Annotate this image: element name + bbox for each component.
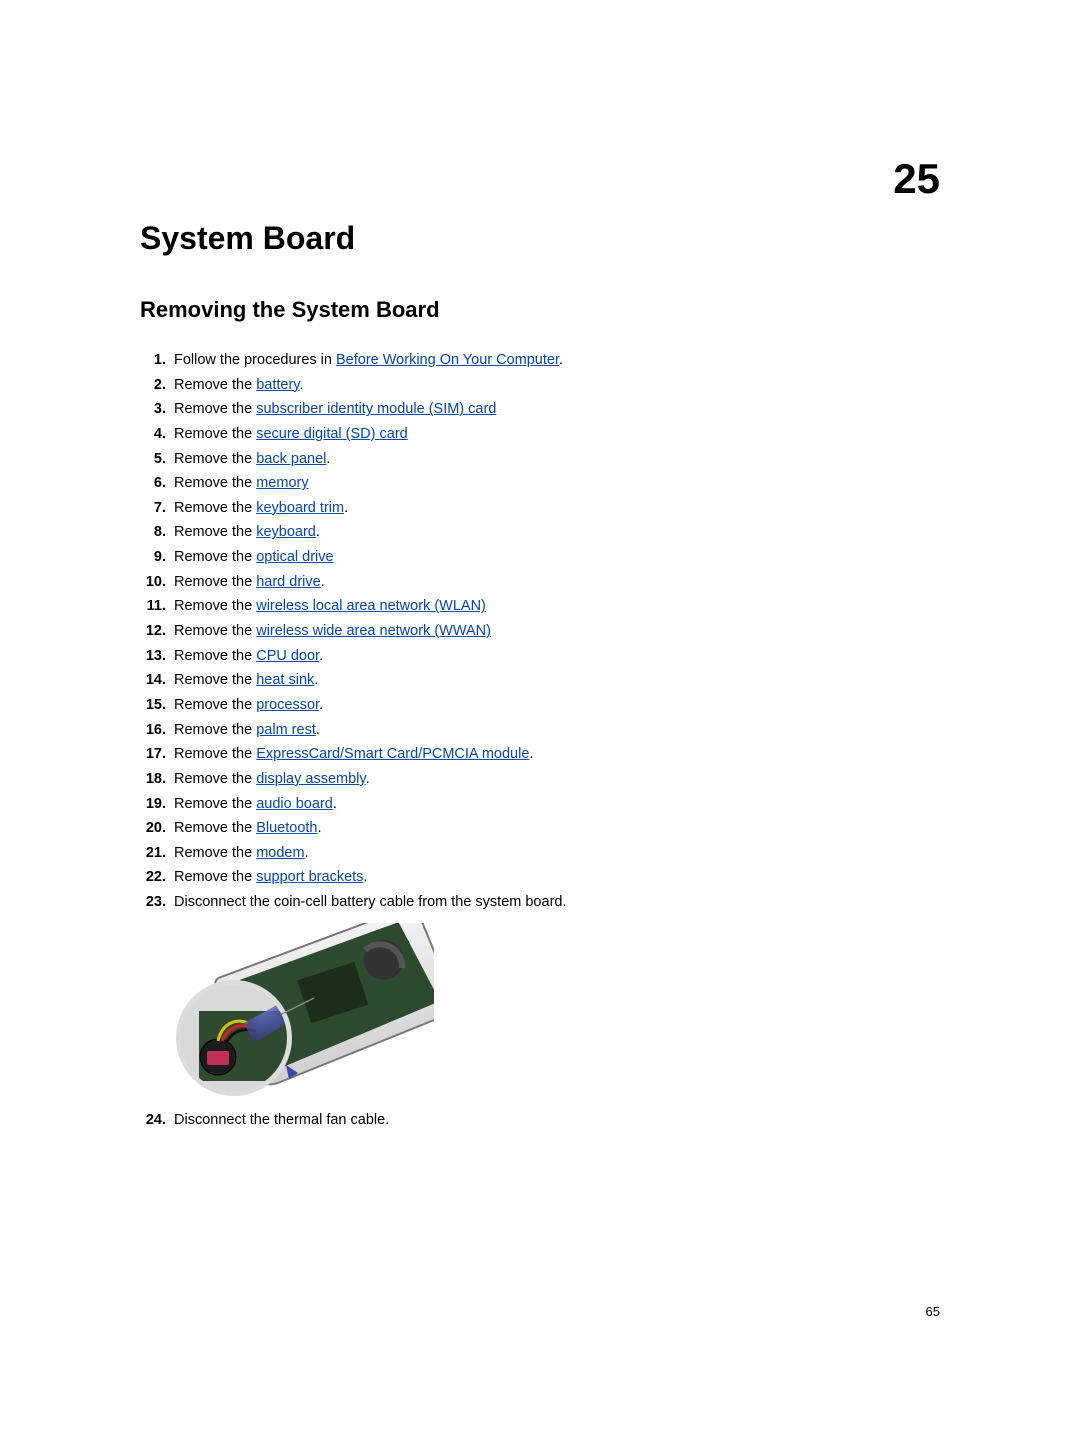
- step-text: Remove the: [174, 377, 256, 393]
- step-link[interactable]: keyboard trim: [256, 500, 344, 516]
- step-item: Remove the subscriber identity module (S…: [140, 397, 940, 422]
- step-item: Remove the secure digital (SD) card: [140, 422, 940, 447]
- step-text-post: .: [316, 524, 320, 540]
- step-figure: [174, 923, 940, 1108]
- step-text: Remove the: [174, 648, 256, 664]
- step-text-post: .: [314, 672, 318, 688]
- step-item: Disconnect the coin-cell battery cable f…: [140, 890, 940, 915]
- step-text: Remove the: [174, 796, 256, 812]
- step-text-post: .: [299, 377, 303, 393]
- step-link[interactable]: display assembly: [256, 771, 365, 787]
- step-item: Remove the display assembly.: [140, 767, 940, 792]
- step-item: Remove the keyboard trim.: [140, 496, 940, 521]
- step-text-post: .: [321, 574, 325, 590]
- chapter-title: System Board: [140, 220, 940, 257]
- step-text: Remove the: [174, 451, 256, 467]
- step-text: Remove the: [174, 820, 256, 836]
- step-link[interactable]: heat sink: [256, 672, 314, 688]
- step-text: Remove the: [174, 845, 256, 861]
- step-item: Remove the support brackets.: [140, 865, 940, 890]
- document-page: 25 System Board Removing the System Boar…: [0, 0, 1080, 1434]
- step-link[interactable]: Before Working On Your Computer: [336, 352, 559, 368]
- step-text: Remove the: [174, 869, 256, 885]
- step-item: Remove the hard drive.: [140, 570, 940, 595]
- step-item: Remove the Bluetooth.: [140, 816, 940, 841]
- step-text: Disconnect the coin-cell battery cable f…: [174, 894, 566, 910]
- step-link[interactable]: Bluetooth: [256, 820, 317, 836]
- step-link[interactable]: keyboard: [256, 524, 316, 540]
- procedure-steps: Follow the procedures in Before Working …: [140, 348, 940, 1132]
- step-item: Remove the modem.: [140, 841, 940, 866]
- step-text-post: .: [529, 746, 533, 762]
- step-text-post: .: [366, 771, 370, 787]
- step-text: Remove the: [174, 623, 256, 639]
- step-item: Follow the procedures in Before Working …: [140, 348, 940, 373]
- step-text-post: .: [326, 451, 330, 467]
- step-text: Remove the: [174, 475, 256, 491]
- step-link[interactable]: wireless wide area network (WWAN): [256, 623, 491, 639]
- section-title: Removing the System Board: [140, 297, 940, 323]
- step-link[interactable]: secure digital (SD) card: [256, 426, 408, 442]
- step-item: Remove the palm rest.: [140, 718, 940, 743]
- step-text-post: .: [318, 820, 322, 836]
- step-item: Disconnect the thermal fan cable.: [140, 1108, 940, 1133]
- step-link[interactable]: processor: [256, 697, 319, 713]
- step-text: Remove the: [174, 771, 256, 787]
- step-text-post: .: [316, 722, 320, 738]
- step-item: Remove the wireless wide area network (W…: [140, 619, 940, 644]
- step-text-post: .: [319, 648, 323, 664]
- step-text: Remove the: [174, 549, 256, 565]
- step-text-post: .: [333, 796, 337, 812]
- step-link[interactable]: subscriber identity module (SIM) card: [256, 401, 496, 417]
- step-link[interactable]: battery: [256, 377, 299, 393]
- step-text: Remove the: [174, 426, 256, 442]
- step-link[interactable]: wireless local area network (WLAN): [256, 598, 486, 614]
- step-link[interactable]: audio board: [256, 796, 333, 812]
- step-link[interactable]: hard drive: [256, 574, 320, 590]
- step-item: Remove the ExpressCard/Smart Card/PCMCIA…: [140, 742, 940, 767]
- step-text: Follow the procedures in: [174, 352, 336, 368]
- step-text: Remove the: [174, 401, 256, 417]
- step-link[interactable]: modem: [256, 845, 304, 861]
- chapter-number: 25: [893, 155, 940, 203]
- step-text: Remove the: [174, 598, 256, 614]
- step-item: Remove the back panel.: [140, 447, 940, 472]
- step-link[interactable]: palm rest: [256, 722, 316, 738]
- step-text-post: .: [344, 500, 348, 516]
- step-link[interactable]: ExpressCard/Smart Card/PCMCIA module: [256, 746, 529, 762]
- step-link[interactable]: CPU door: [256, 648, 319, 664]
- step-text-post: .: [363, 869, 367, 885]
- step-text: Remove the: [174, 722, 256, 738]
- step-item: Remove the CPU door.: [140, 644, 940, 669]
- step-item: Remove the audio board.: [140, 792, 940, 817]
- step-text: Disconnect the thermal fan cable.: [174, 1112, 389, 1128]
- step-item: Remove the wireless local area network (…: [140, 594, 940, 619]
- step-text-post: .: [559, 352, 563, 368]
- step-item: Remove the optical drive: [140, 545, 940, 570]
- step-item: Remove the heat sink.: [140, 668, 940, 693]
- step-link[interactable]: optical drive: [256, 549, 333, 565]
- step-item: Remove the battery.: [140, 373, 940, 398]
- step-link[interactable]: support brackets: [256, 869, 363, 885]
- step-text-post: .: [305, 845, 309, 861]
- step-item: Remove the keyboard.: [140, 520, 940, 545]
- step-text: Remove the: [174, 697, 256, 713]
- step-link[interactable]: memory: [256, 475, 308, 491]
- step-text: Remove the: [174, 500, 256, 516]
- step-text: Remove the: [174, 746, 256, 762]
- step-text-post: .: [319, 697, 323, 713]
- step-text: Remove the: [174, 672, 256, 688]
- step-item: Remove the processor.: [140, 693, 940, 718]
- step-item: Remove the memory: [140, 471, 940, 496]
- page-number: 65: [926, 1304, 940, 1319]
- step-link[interactable]: back panel: [256, 451, 326, 467]
- step-text: Remove the: [174, 524, 256, 540]
- step-text: Remove the: [174, 574, 256, 590]
